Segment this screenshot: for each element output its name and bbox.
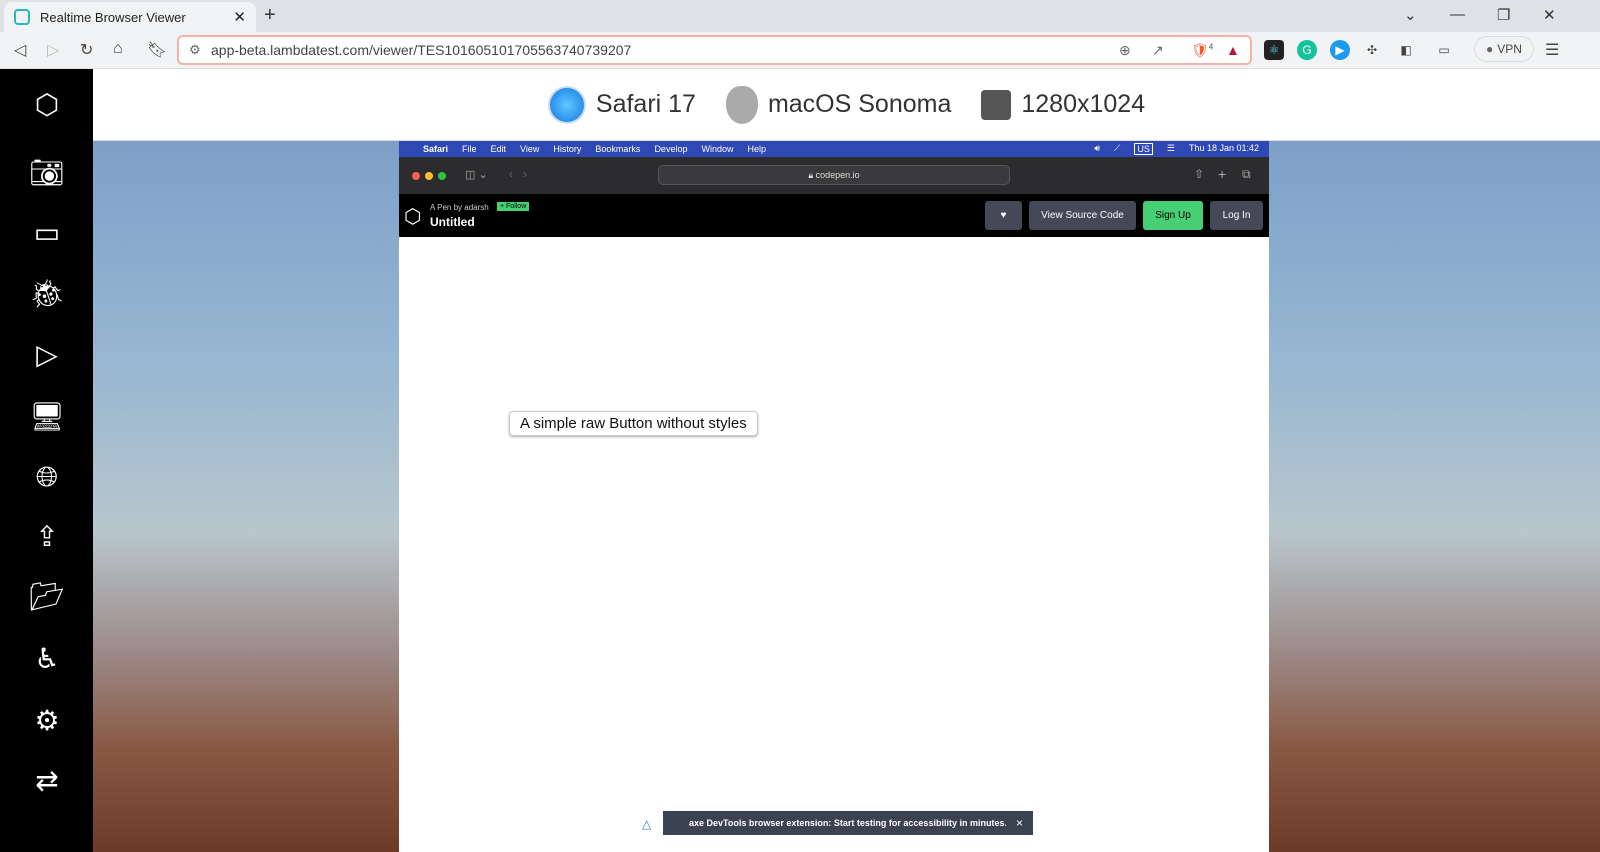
tabs-overview-icon[interactable]: ⧉ [1242,167,1251,182]
menu-help[interactable]: Help [747,144,766,154]
brave-badge: 4 [1208,41,1214,51]
vpn-status-icon: ● [1486,42,1494,56]
safari-url-bar[interactable]: 🔒︎ codepen.io [658,165,1010,185]
menu-history[interactable]: History [553,144,581,154]
remote-safari-window[interactable]: Safari File Edit View History Bookmarks … [399,141,1269,852]
session-info-header: Safari 17 macOS Sonoma 1280x1024 [93,69,1600,141]
accessibility-icon[interactable]: ♿︎ [28,639,66,677]
tab-bar: Realtime Browser Viewer ✕ + ⌄ — ❐ ✕ [0,0,1600,32]
playback-icon[interactable]: ▷ [28,335,66,373]
codepen-logo-icon[interactable]: ⬡ [404,204,421,229]
react-devtools-icon[interactable]: ⚛ [1264,40,1284,60]
safari-icon [547,85,586,124]
lambdatest-logo-icon[interactable]: ⬡ [28,85,66,123]
tab-search-icon[interactable]: ⌄ [1404,6,1417,24]
globe-icon[interactable]: 🌐︎ [28,458,66,496]
pen-byline[interactable]: A Pen by adarsh [430,203,489,212]
extension-icon[interactable]: ▶ [1330,40,1350,60]
brave-rewards-icon[interactable]: ▲ [1226,42,1240,58]
sidebar: ⬡ 📷︎ ▭ 🐞︎ ▷ 🖥︎ 🌐︎ ⇪ 📂︎ ♿︎ ⚙ ⇄ [0,69,93,852]
sidebar-toggle-icon[interactable]: ◧ [1396,40,1416,60]
menu-view[interactable]: View [520,144,539,154]
upload-icon[interactable]: ⇪ [28,517,66,555]
login-button[interactable]: Log In [1210,201,1263,230]
volume-icon[interactable]: 🔊︎ [1094,143,1100,155]
new-tab-icon[interactable]: + [1218,166,1226,182]
camera-icon[interactable]: 📷︎ [28,153,66,191]
grammarly-icon[interactable]: G [1297,40,1317,60]
menu-file[interactable]: File [462,144,477,154]
menu-develop[interactable]: Develop [654,144,687,154]
axe-logo-icon: △ [642,817,652,831]
safari-url: codepen.io [815,170,860,180]
new-tab-button[interactable]: + [264,4,276,27]
signup-button[interactable]: Sign Up [1143,201,1203,230]
close-tab-icon[interactable]: ✕ [233,8,246,26]
follow-button[interactable]: + Follow [497,202,530,211]
share-icon[interactable]: ⇧ [1194,167,1204,181]
os-version: macOS Sonoma [767,90,952,118]
screen-icon[interactable]: 🖥︎ [28,397,66,435]
close-dot[interactable] [412,172,420,180]
vpn-label: VPN [1497,42,1522,56]
wallet-icon[interactable]: ▭ [1434,40,1454,60]
url-text: app-beta.lambdatest.com/viewer/TES101605… [211,42,632,58]
vpn-button[interactable]: ● VPN [1474,36,1534,62]
settings-icon[interactable]: ⚙ [28,701,66,739]
bookmark-button[interactable]: 🔖︎ [147,40,167,60]
folder-icon[interactable]: 📂︎ [28,577,66,615]
zoom-icon[interactable]: ⊕ [1119,42,1131,59]
home-button[interactable]: ⌂ [113,40,123,58]
safari-toolbar: ◫ ⌄ ‹ › 🔒︎ codepen.io ⇧ + ⧉ [399,157,1269,194]
share-icon[interactable]: ↗ [1152,42,1164,59]
video-icon[interactable]: ▭ [28,213,66,251]
resolution: 1280x1024 [1021,90,1146,118]
axe-banner-text: axe DevTools browser extension: Start te… [689,818,1007,828]
mac-menu-bar: Safari File Edit View History Bookmarks … [399,141,1269,157]
menu-window[interactable]: Window [701,144,733,154]
wifi-off-icon[interactable]: ⟋ [1114,143,1120,155]
back-button[interactable]: ◁ [14,40,26,60]
menu-bookmarks[interactable]: Bookmarks [595,144,640,154]
apple-icon [725,85,758,124]
heart-button[interactable]: ♥ [985,201,1022,230]
resolution-icon [981,89,1012,120]
menu-safari[interactable]: Safari [423,144,448,154]
switch-icon[interactable]: ⇄ [28,761,66,799]
close-window-button[interactable]: ✕ [1543,6,1556,24]
brave-shield-icon[interactable]: 🛡︎4 [1191,42,1213,59]
axe-banner[interactable]: axe DevTools browser extension: Start te… [663,811,1033,835]
back-forward-icon[interactable]: ‹ › [509,167,527,181]
minimize-dot[interactable] [425,172,433,180]
reload-button[interactable]: ↻ [80,40,93,60]
browser-version: Safari 17 [595,90,696,118]
maximize-button[interactable]: ❐ [1497,6,1510,24]
forward-button[interactable]: ▷ [47,40,59,60]
menu-icon[interactable]: ☰ [1545,40,1559,60]
url-bar[interactable]: ⚙ app-beta.lambdatest.com/viewer/TES1016… [177,35,1252,65]
raw-button[interactable]: A simple raw Button without styles [509,411,758,436]
zoom-dot[interactable] [438,172,446,180]
keyboard-layout[interactable]: US [1134,143,1153,155]
address-toolbar: ◁ ▷ ↻ ⌂ 🔖︎ ⚙ app-beta.lambdatest.com/vie… [0,32,1600,69]
bug-icon[interactable]: 🐞︎ [28,274,66,312]
extensions-puzzle-icon[interactable]: ✣ [1362,40,1382,60]
tab-realtime-viewer[interactable]: Realtime Browser Viewer ✕ [4,2,256,32]
menu-edit[interactable]: Edit [491,144,507,154]
control-center-icon[interactable]: ☰ [1167,143,1175,155]
axe-close-button[interactable]: × [1006,811,1033,835]
view-source-button[interactable]: View Source Code [1029,201,1136,230]
site-settings-icon[interactable]: ⚙ [189,42,201,58]
sidebar-icon[interactable]: ◫ ⌄ [465,168,488,181]
lambdatest-icon [14,9,30,25]
tab-title: Realtime Browser Viewer [40,9,186,25]
datetime[interactable]: Thu 18 Jan 01:42 [1189,143,1259,155]
minimize-button[interactable]: — [1450,6,1465,23]
codepen-header: ⬡ A Pen by adarsh + Follow Untitled ♥ Vi… [399,194,1269,237]
pen-title: Untitled [430,215,475,229]
